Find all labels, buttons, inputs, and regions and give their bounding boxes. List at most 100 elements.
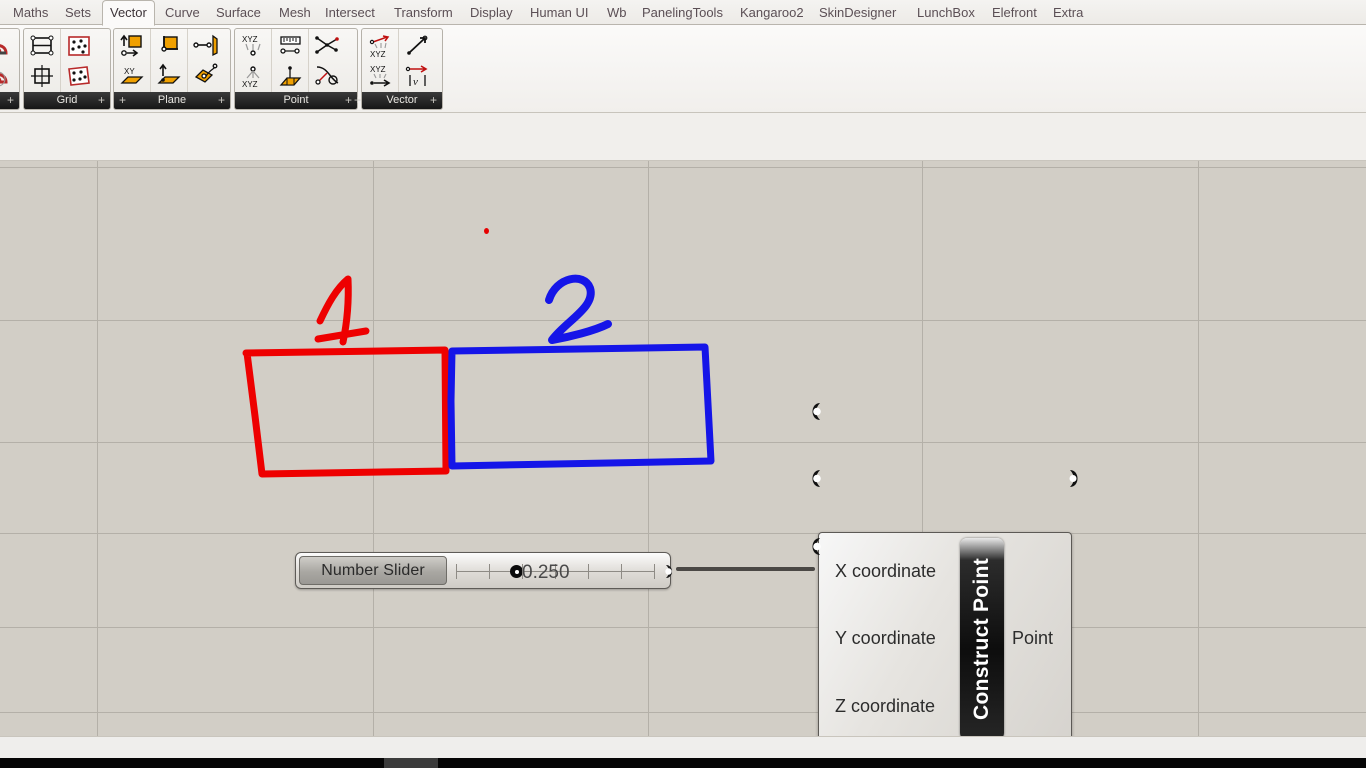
vector-2pt-icon[interactable] xyxy=(402,32,432,60)
slider-tick xyxy=(621,564,622,579)
construct-plane-icon[interactable] xyxy=(154,32,184,60)
point-icon-column-3 xyxy=(309,29,345,93)
input-port-z[interactable] xyxy=(806,537,822,556)
canvas-grid-line-horizontal xyxy=(0,712,1366,713)
radial-grid-icon[interactable] xyxy=(27,62,57,90)
closest-points-icon[interactable] xyxy=(312,32,342,60)
field-group-expand-icon[interactable]: + xyxy=(7,92,14,109)
field-group-body xyxy=(0,29,19,93)
annotation-red-1-base xyxy=(314,327,370,343)
grid-group-body xyxy=(24,29,110,93)
canvas-grid-line-vertical xyxy=(648,161,649,736)
canvas-grid-line-vertical xyxy=(373,161,374,736)
ribbon-tab-mesh[interactable]: Mesh xyxy=(272,0,318,25)
deconstruct-vector-icon[interactable]: XYZ xyxy=(365,32,395,60)
input-port-y[interactable] xyxy=(806,469,822,488)
vector-group[interactable]: XYZ XYZ v Vector + + xyxy=(354,28,443,110)
grasshopper-window: Maths Sets Vector Curve Surface Mesh Intersect… xyxy=(0,0,1366,768)
ribbon-panel: + Grid + XY Plane + + XYZ XYZ Point + XY… xyxy=(0,25,1366,113)
rotate-plane-icon[interactable] xyxy=(191,62,221,90)
vector-icon-column-1: XYZ XYZ xyxy=(362,29,399,93)
grid-group[interactable]: Grid + xyxy=(23,28,111,110)
plane-icon-column-3 xyxy=(188,29,224,93)
ribbon-tab-sets[interactable]: Sets xyxy=(58,0,98,25)
ribbon-tab-extra[interactable]: Extra xyxy=(1046,0,1090,25)
populate-2d-icon[interactable] xyxy=(64,32,94,60)
status-bar xyxy=(0,736,1366,758)
vector-xyz-icon[interactable]: XYZ xyxy=(365,62,395,90)
ribbon-tab-surface[interactable]: Surface xyxy=(209,0,268,25)
populate-geometry-icon[interactable] xyxy=(64,62,94,90)
field-group[interactable]: + xyxy=(0,28,20,110)
number-slider-name-label[interactable]: Number Slider xyxy=(299,556,447,585)
ribbon-tab-kangaroo2[interactable]: Kangaroo2 xyxy=(733,0,811,25)
annotation-blue-box xyxy=(447,343,715,470)
point-group-expand-icon[interactable]: + xyxy=(345,92,352,109)
connection-wire[interactable] xyxy=(676,567,815,571)
taskbar-active-item[interactable] xyxy=(384,758,438,768)
canvas-grid-line-horizontal xyxy=(0,320,1366,321)
plane-offset-icon[interactable] xyxy=(117,32,147,60)
taskbar[interactable] xyxy=(0,758,1366,768)
svg-text:v: v xyxy=(413,76,418,88)
input-label-x: X coordinate xyxy=(835,561,937,581)
vector-length-icon[interactable]: v xyxy=(402,62,432,90)
xy-plane-icon[interactable]: XY xyxy=(117,62,147,90)
slider-tick xyxy=(654,564,655,579)
canvas-grid-line-horizontal xyxy=(0,442,1366,443)
plane-group-expand-icon-left[interactable]: + xyxy=(119,92,126,109)
ribbon-tab-wb[interactable]: Wb xyxy=(600,0,634,25)
plane-normal-icon[interactable] xyxy=(154,62,184,90)
curve-closest-point-icon[interactable] xyxy=(312,62,342,90)
output-port-point[interactable] xyxy=(1068,469,1084,488)
ribbon-tab-human-ui[interactable]: Human UI xyxy=(523,0,596,25)
point-group-body: XYZ XYZ xyxy=(235,29,357,93)
input-port-x[interactable] xyxy=(806,402,822,421)
plane-icon-column-1: XY xyxy=(114,29,151,93)
point-group-caption: Point xyxy=(235,92,357,109)
construct-point-icon[interactable]: XYZ xyxy=(238,62,268,90)
svg-text:XYZ: XYZ xyxy=(370,50,386,59)
plane-group-body: XY xyxy=(114,29,230,93)
ribbon-tab-vector[interactable]: Vector xyxy=(102,0,155,26)
construct-point-component[interactable]: Construct Point X coordinate Y coordinat… xyxy=(818,532,1072,736)
magnet-field-icon[interactable] xyxy=(0,62,14,90)
deconstruct-point-icon[interactable]: XYZ xyxy=(238,32,268,60)
ribbon-tab-maths[interactable]: Maths xyxy=(6,0,55,25)
divide-distance-icon[interactable] xyxy=(275,32,305,60)
point-icon-column-2 xyxy=(272,29,309,93)
field-icon-column xyxy=(0,29,17,93)
slider-tick xyxy=(588,564,589,579)
ribbon-tab-transform[interactable]: Transform xyxy=(387,0,460,25)
rectangular-grid-icon[interactable] xyxy=(27,32,57,60)
svg-text:XYZ: XYZ xyxy=(370,65,386,74)
svg-text:XYZ: XYZ xyxy=(242,35,258,44)
ribbon-tab-lunchbox[interactable]: LunchBox xyxy=(910,0,982,25)
point-on-surface-icon[interactable] xyxy=(275,62,305,90)
vector-group-expand-icon-left[interactable]: + xyxy=(354,92,361,109)
ribbon-tab-intersect[interactable]: Intersect xyxy=(318,0,382,25)
slider-output-port[interactable] xyxy=(665,564,678,579)
point-group[interactable]: XYZ XYZ Point + xyxy=(234,28,358,110)
canvas-grid-line-vertical xyxy=(97,161,98,736)
align-plane-icon[interactable] xyxy=(191,32,221,60)
red-point-marker xyxy=(484,228,489,234)
grasshopper-canvas[interactable]: Number Slider 0.250 Construct Point X co… xyxy=(0,161,1366,736)
magnet-icon[interactable] xyxy=(0,32,14,60)
ribbon-tab-elefront[interactable]: Elefront xyxy=(985,0,1044,25)
grid-group-expand-icon[interactable]: + xyxy=(98,92,105,109)
plane-group[interactable]: XY Plane + + xyxy=(113,28,231,110)
construct-point-title-plate[interactable]: Construct Point xyxy=(960,538,1004,736)
canvas-grid-line-horizontal xyxy=(0,533,1366,534)
field-group-caption: + xyxy=(0,92,19,109)
vector-group-expand-icon[interactable]: + xyxy=(430,92,437,109)
plane-group-expand-icon[interactable]: + xyxy=(218,92,225,109)
vector-group-body: XYZ XYZ v xyxy=(362,29,442,93)
ribbon-tab-display[interactable]: Display xyxy=(463,0,520,25)
ribbon-tab-skindesigner[interactable]: SkinDesigner xyxy=(812,0,903,25)
number-slider-value[interactable]: 0.250 xyxy=(522,562,570,584)
ribbon-tab-panelingtools[interactable]: PanelingTools xyxy=(635,0,730,25)
ribbon-tab-curve[interactable]: Curve xyxy=(158,0,207,25)
annotation-overlay xyxy=(242,274,715,478)
number-slider-component[interactable]: Number Slider 0.250 xyxy=(295,552,672,589)
